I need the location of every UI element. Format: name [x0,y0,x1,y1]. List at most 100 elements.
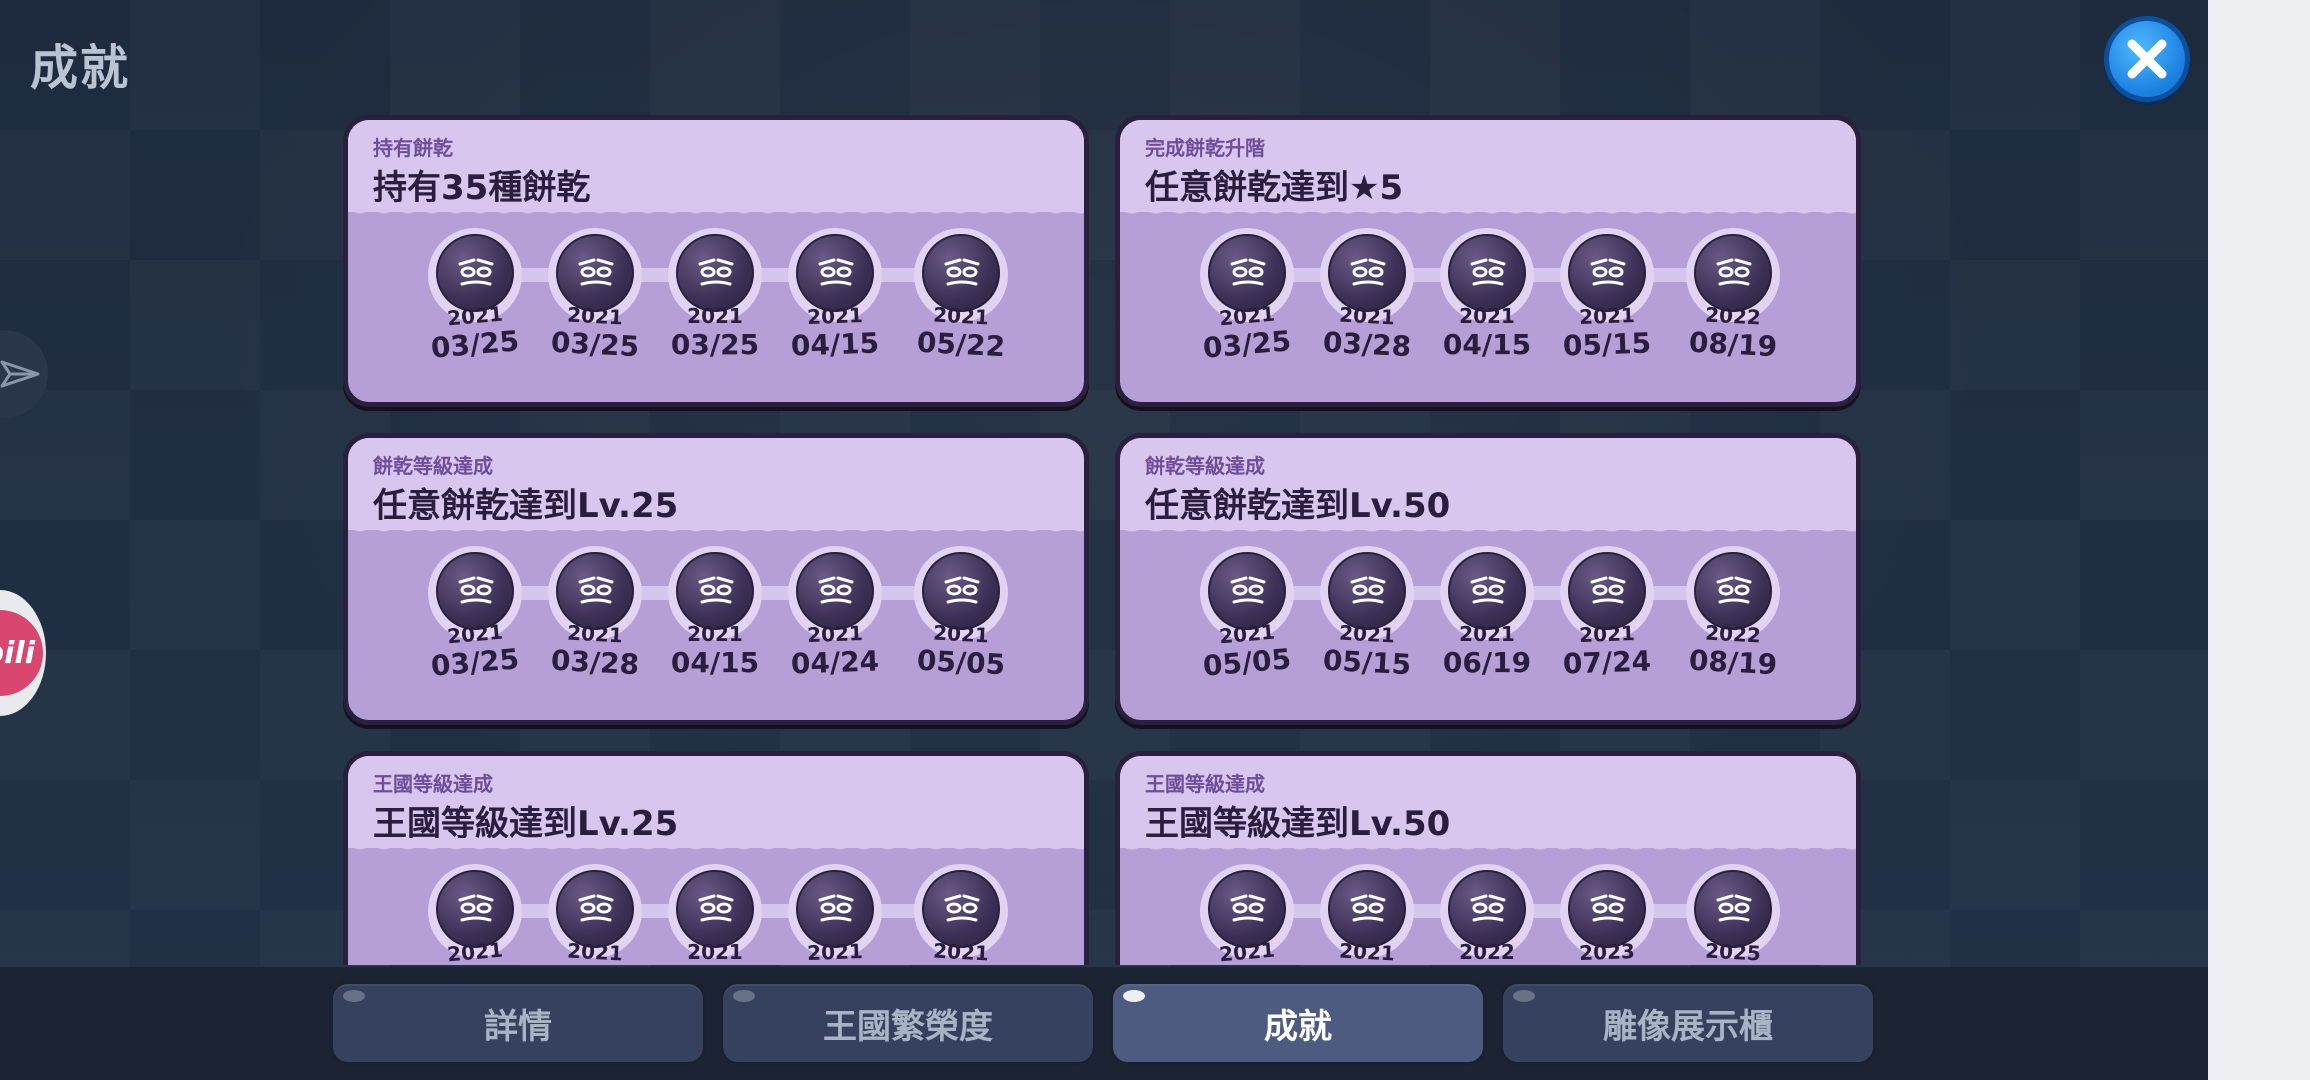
screen-edge [2208,0,2310,1080]
medal: 2021 05/15 [1320,546,1414,696]
medal-year: 2021 [687,940,743,964]
tab-label: 雕像展示櫃 [1603,1006,1773,1047]
medal-icon [1328,870,1406,948]
medal-year: 2021 [806,303,864,329]
send-icon [0,360,40,388]
card-category: 持有餅乾 [373,136,453,160]
medal-row: 2021 2021 2022 2023 2025 [1200,864,1790,965]
medal-row: 2021 2021 2021 2021 2021 [428,864,1018,965]
medal-row: 2021 03/25 2021 03/28 2021 04/15 2021 04/24 … [428,546,1018,696]
bottom-tab-bar: 詳情 王國繁榮度 成就 雕像展示櫃 [0,967,2208,1080]
card-title: 任意餅乾達到Lv.50 [1145,486,1451,526]
medal: 2021 03/25 [668,228,762,378]
card-title: 王國等級達到Lv.25 [373,804,679,844]
medal: 2021 07/24 [1560,546,1654,696]
medal: 2021 [428,864,522,965]
medal-year: 2021 [1338,938,1396,965]
medal-icon [796,552,874,630]
medal: 2021 04/15 [1440,228,1534,378]
medal-row: 2021 05/05 2021 05/15 2021 06/19 2021 07/24 … [1200,546,1790,696]
card-category: 王國等級達成 [1145,772,1265,796]
medal-icon [556,870,634,948]
medal-year: 2022 [1459,940,1515,964]
medal: 2022 08/19 [1686,546,1780,696]
medal-date: 08/19 [1688,643,1778,682]
medal-year: 2025 [1704,938,1762,965]
medal-row: 2021 03/25 2021 03/28 2021 04/15 2021 05/15 … [1200,228,1790,378]
medal: 2021 03/25 [428,228,522,378]
card-title: 任意餅乾達到Lv.25 [373,486,679,526]
card-category: 完成餅乾升階 [1145,136,1265,160]
medal-year: 2021 [1459,622,1515,646]
medal-year: 2021 [806,939,864,965]
medal: 2021 [788,864,882,965]
card-title: 王國等級達到Lv.50 [1145,804,1451,844]
tab-label: 詳情 [484,1006,552,1047]
medal: 2021 05/22 [914,228,1008,378]
medal: 2023 [1560,864,1654,965]
bili-icon: bili [0,610,43,696]
card-header: 持有餅乾 持有35種餅乾 [348,120,1084,222]
medal-icon [1568,552,1646,630]
achievement-card[interactable]: 持有餅乾 持有35種餅乾 2021 03/25 2021 03/25 2021 03/… [343,115,1089,407]
medal-icon [1568,234,1646,312]
card-category: 餅乾等級達成 [1145,454,1265,478]
medal-icon [1208,870,1286,948]
medal-year: 2021 [932,938,990,965]
medal: 2021 03/28 [1320,228,1414,378]
tab-statue-showcase[interactable]: 雕像展示櫃 [1500,981,1876,1065]
medal-icon [1208,552,1286,630]
medal-date: 04/15 [1442,328,1532,361]
medal: 2025 [1686,864,1780,965]
medal: 2022 08/19 [1686,228,1780,378]
medal-date: 03/25 [670,328,760,361]
medal: 2022 [1440,864,1534,965]
medal-icon [1568,870,1646,948]
medal-icon [1328,234,1406,312]
tab-kingdom-prosperity[interactable]: 王國繁榮度 [720,981,1096,1065]
achievement-card[interactable]: 完成餅乾升階 任意餅乾達到★5 2021 03/25 2021 03/28 2021… [1115,115,1861,407]
medal-year: 2021 [687,622,743,646]
page-title: 成就 [30,40,131,96]
card-title: 任意餅乾達到★5 [1145,168,1404,208]
medal: 2021 [1320,864,1414,965]
medal: 2021 [668,864,762,965]
close-button[interactable] [2104,16,2190,102]
medal: 2021 05/15 [1560,228,1654,378]
tab-label: 王國繁榮度 [823,1006,993,1047]
tab-achievements[interactable]: 成就 [1110,981,1486,1065]
achievement-card[interactable]: 餅乾等級達成 任意餅乾達到Lv.25 2021 03/25 2021 03/28 2… [343,433,1089,725]
medal-year: 2021 [1578,303,1636,329]
medal-date: 08/19 [1688,325,1778,364]
medal-date: 05/05 [916,643,1006,682]
medal-year: 2021 [1459,304,1515,328]
medal-icon [556,234,634,312]
medal-date: 05/15 [1322,643,1412,682]
tab-label: 成就 [1264,1006,1332,1047]
card-header: 完成餅乾升階 任意餅乾達到★5 [1120,120,1856,222]
achievement-grid: 持有餅乾 持有35種餅乾 2021 03/25 2021 03/25 2021 03/… [343,115,1863,965]
medal-year: 2021 [687,304,743,328]
medal: 2021 05/05 [914,546,1008,696]
medal-icon [922,552,1000,630]
medal-year: 2021 [566,938,624,965]
medal: 2021 06/19 [1440,546,1534,696]
medal: 2021 04/24 [788,546,882,696]
achievement-card[interactable]: 王國等級達成 王國等級達到Lv.50 2021 2021 2022 2023 2… [1115,751,1861,965]
medal: 2021 04/15 [668,546,762,696]
medal-icon [676,234,754,312]
medal-icon [796,870,874,948]
medal-icon [1694,234,1772,312]
achievement-card[interactable]: 餅乾等級達成 任意餅乾達到Lv.50 2021 05/05 2021 05/15 2… [1115,433,1861,725]
achievement-card[interactable]: 王國等級達成 王國等級達到Lv.25 2021 2021 2021 2021 2… [343,751,1089,965]
medal: 2021 04/15 [788,228,882,378]
medal-icon [556,552,634,630]
tab-details[interactable]: 詳情 [330,981,706,1065]
medal-year: 2023 [1578,939,1636,965]
medal-date: 07/24 [1562,644,1652,681]
medal-date: 03/28 [550,643,640,682]
card-title: 持有35種餅乾 [373,168,591,208]
medal-date: 03/28 [1322,325,1412,364]
medal-icon [436,234,514,312]
medal: 2021 05/05 [1200,546,1294,696]
